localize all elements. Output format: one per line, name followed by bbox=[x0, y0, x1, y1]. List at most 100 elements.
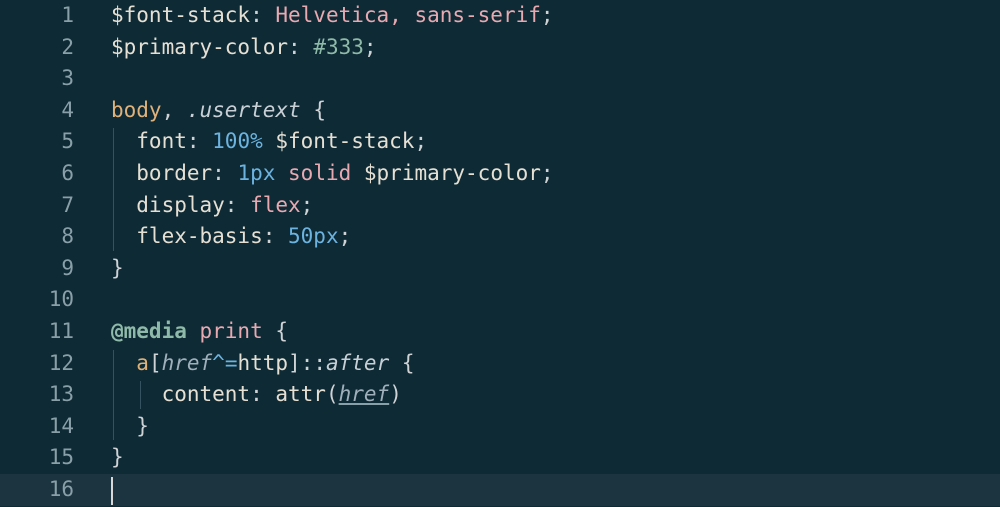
code-token: flex-basis bbox=[111, 224, 263, 249]
code-token: $font-stack bbox=[262, 129, 415, 154]
code-token: } bbox=[111, 255, 124, 280]
line-number: 8 bbox=[61, 224, 74, 249]
code-line[interactable]: 16 bbox=[0, 474, 1000, 506]
code-token: $font-stack bbox=[111, 3, 251, 27]
line-number: 14 bbox=[48, 413, 74, 438]
code-text: } bbox=[111, 411, 149, 443]
line-number: 10 bbox=[48, 287, 74, 312]
code-text: @media print { bbox=[111, 316, 288, 348]
line-number: 12 bbox=[48, 350, 74, 375]
code-token: display bbox=[111, 192, 225, 217]
code-token: ; bbox=[414, 129, 428, 154]
code-token: { bbox=[262, 319, 289, 343]
code-token: ; bbox=[540, 3, 554, 27]
line-number: 1 bbox=[61, 3, 74, 27]
code-token: : bbox=[250, 382, 276, 407]
code-text: border: 1px solid $primary-color; bbox=[111, 158, 554, 190]
code-token: $primary-color bbox=[111, 34, 289, 59]
code-line[interactable]: 1 $font-stack: Helvetica, sans-serif; bbox=[0, 0, 1000, 32]
code-token: : bbox=[212, 161, 238, 185]
code-token: : bbox=[186, 129, 213, 154]
code-token: ^= bbox=[212, 350, 238, 375]
code-text: } bbox=[111, 253, 124, 285]
code-token: content bbox=[111, 382, 251, 407]
code-text: a[href^=http]::after { bbox=[111, 348, 415, 380]
code-line[interactable]: 12 a[href^=http]::after { bbox=[0, 348, 1000, 380]
code-line[interactable]: 7 display: flex; bbox=[0, 190, 1000, 222]
code-line[interactable]: 14 } bbox=[0, 411, 1000, 443]
code-text: $primary-color: #333; bbox=[111, 32, 377, 64]
code-token: 50px bbox=[288, 224, 339, 249]
code-line[interactable]: 13 content: attr(href) bbox=[0, 379, 1000, 411]
line-number: 3 bbox=[61, 66, 74, 91]
code-token: .usertext bbox=[186, 97, 301, 122]
code-token: : bbox=[250, 3, 276, 27]
code-token: [ bbox=[148, 350, 162, 375]
code-token: $primary-color bbox=[351, 161, 541, 185]
code-token: ; bbox=[338, 224, 352, 249]
code-token: #333 bbox=[313, 34, 364, 59]
code-token: a bbox=[111, 350, 149, 375]
code-text: $font-stack: Helvetica, sans-serif; bbox=[111, 0, 554, 32]
code-token: ; bbox=[300, 192, 314, 217]
code-token: : bbox=[288, 34, 314, 59]
code-token: { bbox=[389, 350, 415, 375]
code-token: , bbox=[161, 97, 187, 122]
code-token: href bbox=[161, 350, 213, 375]
code-token: :: bbox=[300, 350, 326, 375]
code-token: : bbox=[262, 224, 289, 249]
indent-guide bbox=[113, 349, 114, 441]
code-text: content: attr(href) bbox=[111, 379, 402, 411]
code-text: } bbox=[111, 442, 124, 474]
code-token: solid bbox=[275, 161, 352, 185]
code-token: : bbox=[224, 192, 251, 217]
code-token: attr bbox=[275, 382, 326, 407]
code-token: after bbox=[326, 350, 390, 375]
line-number: 9 bbox=[61, 255, 74, 280]
code-token: flex bbox=[250, 192, 301, 217]
indent-guide bbox=[113, 128, 114, 251]
code-text: flex-basis: 50px; bbox=[111, 221, 351, 253]
line-number: 6 bbox=[61, 161, 74, 185]
line-number: 5 bbox=[61, 129, 74, 154]
line-number: 2 bbox=[61, 34, 74, 59]
code-line[interactable]: 9} bbox=[0, 253, 1000, 285]
code-line[interactable]: 11 @media print { bbox=[0, 316, 1000, 348]
text-cursor bbox=[111, 477, 113, 505]
code-token: ; bbox=[540, 161, 554, 185]
code-line[interactable]: 4 body, .usertext { bbox=[0, 95, 1000, 127]
code-text: body, .usertext { bbox=[111, 95, 326, 127]
code-token: } bbox=[111, 413, 149, 438]
line-number: 4 bbox=[61, 97, 74, 122]
line-number: 11 bbox=[48, 319, 74, 343]
code-token: font bbox=[111, 129, 187, 154]
code-token: ) bbox=[389, 382, 402, 407]
code-token: Helvetica, sans-serif bbox=[275, 3, 541, 27]
code-line[interactable]: 3 bbox=[0, 63, 1000, 95]
line-number: 7 bbox=[61, 192, 74, 217]
code-line[interactable]: 2 $primary-color: #333; bbox=[0, 32, 1000, 64]
code-token: ] bbox=[288, 350, 301, 375]
code-token: http bbox=[237, 350, 289, 375]
code-token: } bbox=[111, 445, 124, 470]
code-token: print bbox=[186, 319, 263, 343]
code-line[interactable]: 15} bbox=[0, 442, 1000, 474]
code-token: border bbox=[111, 161, 213, 185]
code-token: 100% bbox=[212, 129, 263, 154]
code-token: href bbox=[338, 382, 390, 407]
code-token: ( bbox=[325, 382, 339, 407]
code-editor[interactable]: 1 $font-stack: Helvetica, sans-serif; 2 $pr… bbox=[0, 0, 1000, 507]
indent-guide bbox=[140, 381, 141, 409]
line-number: 16 bbox=[48, 477, 74, 501]
code-line[interactable]: 10 bbox=[0, 284, 1000, 316]
code-line[interactable]: 8 flex-basis: 50px; bbox=[0, 221, 1000, 253]
code-token: ; bbox=[363, 34, 377, 59]
code-token: @media bbox=[111, 319, 187, 343]
code-token: 1px bbox=[237, 161, 276, 185]
code-line[interactable]: 5 font: 100% $font-stack; bbox=[0, 126, 1000, 158]
line-number: 15 bbox=[48, 445, 74, 470]
code-text: display: flex; bbox=[111, 190, 313, 222]
line-number: 13 bbox=[48, 382, 74, 407]
code-line[interactable]: 6 border: 1px solid $primary-color; bbox=[0, 158, 1000, 190]
code-token: body bbox=[111, 97, 162, 122]
